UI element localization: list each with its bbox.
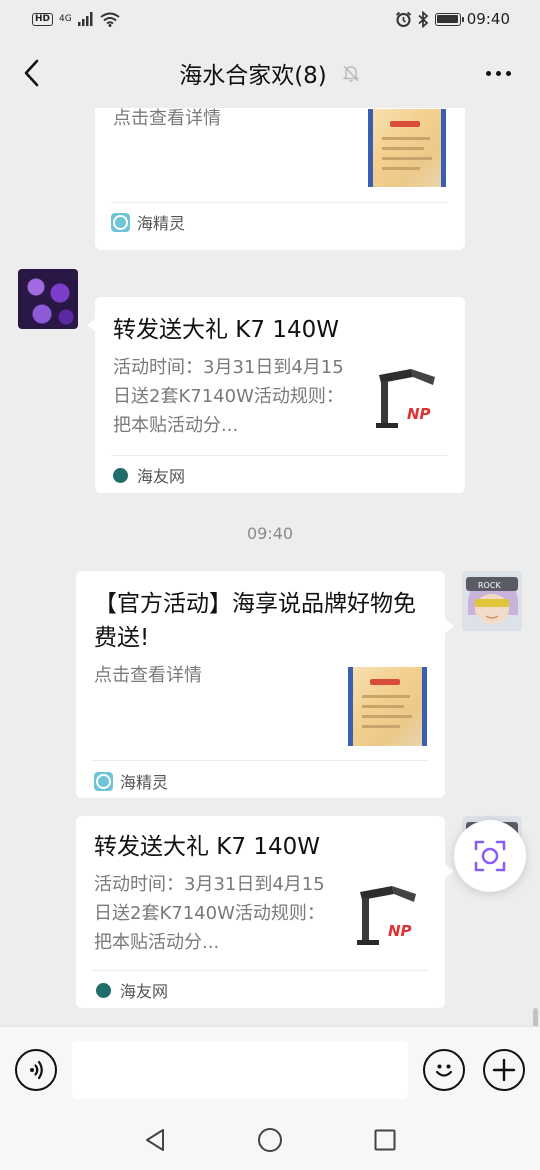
girl-avatar[interactable]: ROCK [462,571,522,631]
more-dots-icon [485,70,491,76]
svg-text:ROCK: ROCK [478,581,501,590]
nav-home-button[interactable] [255,1125,285,1155]
card-source-label: 海友网 [137,467,186,486]
bubble-tail [445,619,454,633]
plus-icon [492,1058,516,1082]
card-title: 转发送大礼 K7 140W [113,317,339,343]
card-description: 活动时间：3月31日到4月15日送2套K7140W活动规则：把本贴活动分... [113,357,344,436]
wifi-icon [100,12,120,27]
status-bar: HD 4G 09:40 [0,0,540,38]
chat-messages[interactable]: 点击查看详情 海精灵 转发送大礼 K7 140W 活动时间：3月31日到4月15… [0,108,540,1026]
mute-bell-icon [342,65,360,82]
battery-icon [434,12,464,26]
chat-title: 海水合家欢(8) [179,63,327,89]
recents-square-icon [374,1129,396,1151]
hd-icon: HD [32,12,54,26]
signal-icon [77,12,93,26]
card-description: 点击查看详情 [113,108,221,129]
haiyouwang-icon [111,466,130,485]
card-description: 点击查看详情 [94,665,202,686]
back-triangle-icon [146,1129,164,1151]
alarm-icon [395,11,411,27]
card-thumbnail [368,109,446,187]
card-description: 活动时间：3月31日到4月15日送2套K7140W活动规则：把本贴活动分... [94,874,325,953]
bluetooth-icon [418,10,429,28]
haijingling-icon [94,771,113,791]
card-source-label: 海精灵 [120,773,169,792]
scrollbar[interactable] [533,1008,538,1026]
card-thumbnail [348,667,427,746]
voice-icon [30,1060,43,1080]
nav-back-button[interactable] [140,1125,170,1155]
card-thumbnail: NP [371,357,445,437]
card-divider [111,202,447,203]
coral-avatar[interactable] [18,269,78,329]
chat-header: 海水合家欢(8) [0,38,540,108]
link-card[interactable]: 点击查看详情 海精灵 [95,108,465,250]
voice-button[interactable] [15,1049,57,1091]
card-divider [111,455,447,456]
card-title: 【官方活动】海享说品牌好物免费送! [94,591,416,651]
link-card[interactable]: 转发送大礼 K7 140W 活动时间：3月31日到4月15日送2套K7140W活… [95,297,465,493]
card-divider [92,760,428,761]
bubble-tail [445,864,454,878]
card-title: 转发送大礼 K7 140W [94,834,320,860]
emoji-icon [435,1064,453,1077]
card-source-label: 海友网 [120,982,169,1001]
plus-button[interactable] [483,1049,525,1091]
svg-text:NP: NP [407,405,431,423]
nav-recents-button[interactable] [370,1125,400,1155]
status-time: 09:40 [466,10,510,28]
card-source-label: 海精灵 [137,214,186,233]
more-button[interactable] [478,58,518,88]
emoji-button[interactable] [423,1049,465,1091]
back-button[interactable] [16,56,46,90]
card-thumbnail: NP [352,874,426,954]
time-separator: 09:40 [246,524,294,543]
card-source: 海友网 [111,463,185,487]
card-source: 海友网 [94,978,168,1002]
card-divider [92,970,428,971]
back-arrow-icon [24,59,39,87]
screen-recognition-icon [474,840,506,872]
svg-text:NP: NP [388,922,412,940]
link-card[interactable]: 【官方活动】海享说品牌好物免费送! 点击查看详情 海精灵 [76,571,445,798]
link-card[interactable]: 转发送大礼 K7 140W 活动时间：3月31日到4月15日送2套K7140W活… [76,816,445,1008]
card-source: 海精灵 [94,769,168,793]
input-bar [0,1026,540,1110]
home-circle-icon [258,1128,282,1152]
message-input[interactable] [72,1041,408,1099]
screen-recognition-button[interactable] [454,820,526,892]
haiyouwang-icon [94,981,113,1000]
card-source: 海精灵 [111,210,185,234]
signal-label: 4G [59,14,72,24]
system-nav-bar [0,1110,540,1170]
haijingling-icon [111,212,130,232]
